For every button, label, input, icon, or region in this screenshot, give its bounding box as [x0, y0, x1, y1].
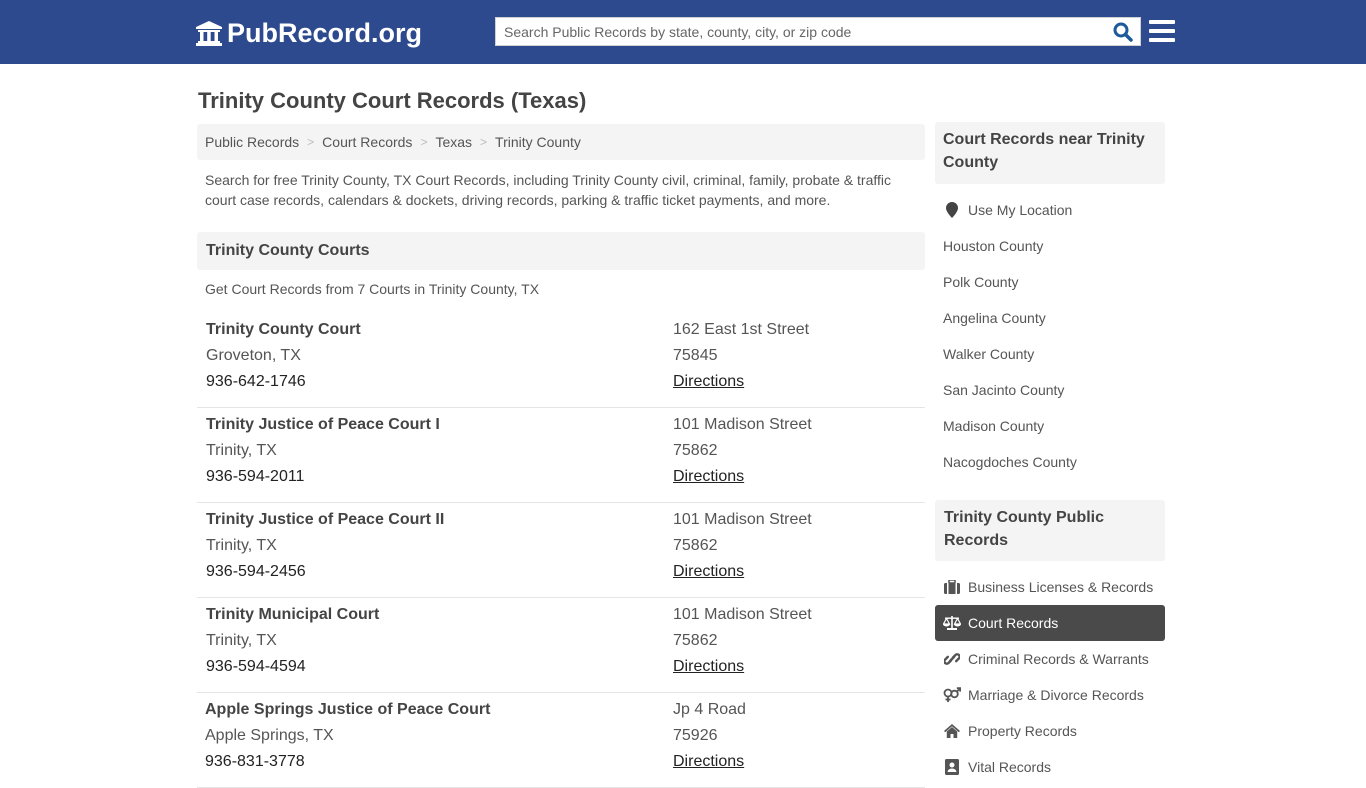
home-icon: [943, 723, 961, 739]
breadcrumb-separator: >: [307, 135, 315, 149]
nearby-county-link[interactable]: Nacogdoches County: [935, 444, 1165, 480]
site-logo[interactable]: PubRecord.org: [195, 17, 422, 49]
directions-link[interactable]: Directions: [673, 749, 746, 775]
public-records-list: Business Licenses & Records Court Record…: [935, 569, 1165, 785]
court-zip: 75862: [673, 537, 718, 554]
court-name[interactable]: Trinity County Court: [206, 317, 361, 343]
directions-link[interactable]: Directions: [673, 464, 812, 490]
court-address: 101 Madison Street: [673, 606, 812, 623]
item-label: Houston County: [943, 238, 1044, 254]
courts-list: Trinity County Court Groveton, TX 936-64…: [197, 313, 925, 788]
nearby-courts-title: Court Records near Trinity County: [935, 122, 1165, 184]
sidebar-item-property-records[interactable]: Property Records: [935, 713, 1165, 749]
site-header: PubRecord.org: [0, 0, 1366, 64]
sidebar-item-vital-records[interactable]: Vital Records: [935, 749, 1165, 785]
breadcrumb-public-records[interactable]: Public Records: [205, 134, 299, 150]
court-name[interactable]: Trinity Justice of Peace Court I: [206, 412, 440, 438]
use-my-location-link[interactable]: Use My Location: [935, 192, 1165, 228]
item-label: Madison County: [943, 418, 1045, 434]
breadcrumb: Public Records > Court Records > Texas >…: [197, 124, 925, 160]
breadcrumb-trinity-county[interactable]: Trinity County: [495, 134, 581, 150]
court-phone[interactable]: 936-642-1746: [206, 369, 361, 395]
id-card-icon: [943, 759, 961, 775]
court-city: Trinity, TX: [206, 632, 277, 649]
search-input[interactable]: [496, 18, 1106, 45]
item-label: Vital Records: [968, 759, 1052, 775]
court-address: Jp 4 Road: [673, 701, 746, 718]
court-item: Trinity Municipal Court Trinity, TX 936-…: [197, 598, 925, 693]
nearby-courts-list: Use My Location Houston County Polk Coun…: [935, 192, 1165, 480]
hamburger-menu-button[interactable]: [1149, 18, 1175, 44]
court-zip: 75862: [673, 632, 718, 649]
item-label: Nacogdoches County: [943, 454, 1077, 470]
breadcrumb-texas[interactable]: Texas: [435, 134, 472, 150]
directions-link[interactable]: Directions: [673, 654, 812, 680]
court-zip: 75926: [673, 727, 718, 744]
item-label: Business Licenses & Records: [968, 579, 1154, 595]
item-label: Property Records: [968, 723, 1077, 739]
court-address: 162 East 1st Street: [673, 321, 810, 338]
sidebar-item-court-records[interactable]: Court Records: [935, 605, 1165, 641]
item-label: San Jacinto County: [943, 382, 1065, 398]
court-address: 101 Madison Street: [673, 416, 812, 433]
section-subtitle: Get Court Records from 7 Courts in Trini…: [205, 281, 540, 297]
directions-link[interactable]: Directions: [673, 369, 809, 395]
nearby-county-link[interactable]: Polk County: [935, 264, 1165, 300]
court-city: Trinity, TX: [206, 442, 277, 459]
courthouse-icon: [195, 19, 223, 47]
court-item: Trinity Justice of Peace Court I Trinity…: [197, 408, 925, 503]
venus-mars-icon: [943, 687, 961, 703]
court-item: Trinity County Court Groveton, TX 936-64…: [197, 313, 925, 408]
court-phone[interactable]: 936-831-3778: [205, 749, 490, 775]
court-city: Apple Springs, TX: [205, 727, 334, 744]
intro-text: Search for free Trinity County, TX Court…: [205, 172, 891, 208]
page-title: Trinity County Court Records (Texas): [198, 88, 587, 113]
item-label: Polk County: [943, 274, 1019, 290]
court-zip: 75862: [673, 442, 718, 459]
court-phone[interactable]: 936-594-2456: [206, 559, 444, 585]
breadcrumb-separator: >: [420, 135, 428, 149]
public-records-title: Trinity County Public Records: [935, 500, 1165, 561]
section-title: Trinity County Courts: [197, 232, 925, 270]
directions-link[interactable]: Directions: [673, 559, 812, 585]
court-phone[interactable]: 936-594-4594: [206, 654, 379, 680]
search-button[interactable]: [1106, 18, 1140, 45]
nearby-county-link[interactable]: Houston County: [935, 228, 1165, 264]
court-address: 101 Madison Street: [673, 511, 812, 528]
search-bar: [495, 17, 1141, 46]
sidebar-item-criminal-records[interactable]: Criminal Records & Warrants: [935, 641, 1165, 677]
breadcrumb-court-records[interactable]: Court Records: [322, 134, 412, 150]
map-marker-icon: [943, 202, 961, 218]
search-icon: [1113, 22, 1133, 42]
menu-bar-icon: [1149, 38, 1175, 42]
item-label: Angelina County: [943, 310, 1046, 326]
court-item: Trinity Justice of Peace Court II Trinit…: [197, 503, 925, 598]
balance-scale-icon: [943, 615, 961, 631]
item-label: Criminal Records & Warrants: [968, 651, 1149, 667]
sidebar-item-marriage-divorce[interactable]: Marriage & Divorce Records: [935, 677, 1165, 713]
court-zip: 75845: [673, 347, 718, 364]
court-city: Groveton, TX: [206, 347, 301, 364]
item-label: Marriage & Divorce Records: [968, 687, 1144, 703]
nearby-county-link[interactable]: Angelina County: [935, 300, 1165, 336]
nearby-county-link[interactable]: Madison County: [935, 408, 1165, 444]
court-item: Apple Springs Justice of Peace Court App…: [197, 693, 925, 788]
item-label: Court Records: [968, 615, 1059, 631]
logo-text: PubRecord.org: [227, 17, 423, 48]
court-name[interactable]: Trinity Justice of Peace Court II: [206, 507, 444, 533]
court-name[interactable]: Apple Springs Justice of Peace Court: [205, 697, 490, 723]
link-icon: [943, 651, 961, 667]
nearby-county-link[interactable]: Walker County: [935, 336, 1165, 372]
menu-bar-icon: [1149, 29, 1175, 33]
court-phone[interactable]: 936-594-2011: [206, 464, 440, 490]
nearby-county-link[interactable]: San Jacinto County: [935, 372, 1165, 408]
item-label: Walker County: [943, 346, 1035, 362]
item-label: Use My Location: [968, 202, 1073, 218]
breadcrumb-separator: >: [480, 135, 488, 149]
sidebar-item-business-licenses[interactable]: Business Licenses & Records: [935, 569, 1165, 605]
briefcase-icon: [943, 579, 961, 595]
menu-bar-icon: [1149, 20, 1175, 24]
court-city: Trinity, TX: [206, 537, 277, 554]
court-name[interactable]: Trinity Municipal Court: [206, 602, 379, 628]
